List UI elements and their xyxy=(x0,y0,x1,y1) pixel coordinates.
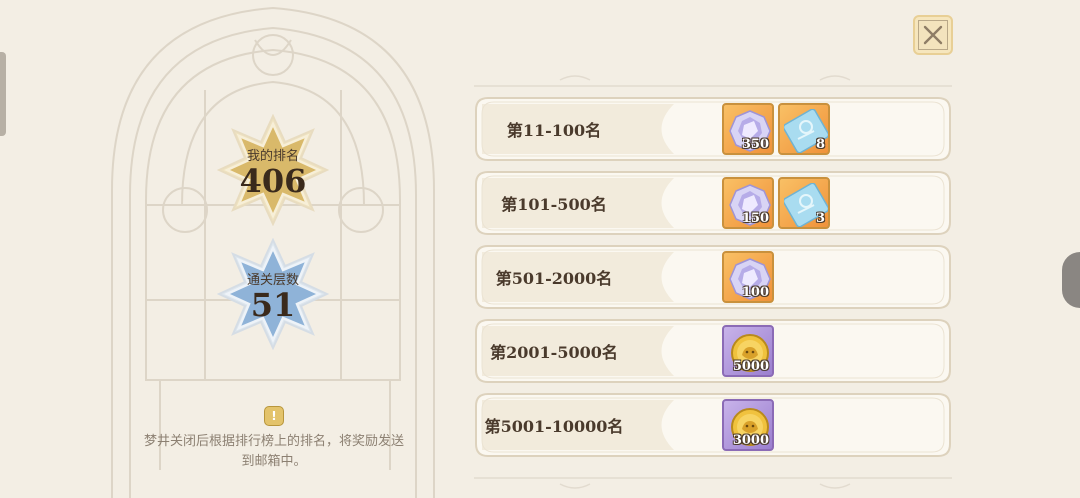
reward-tier-row: 第101-500名 150 3 xyxy=(474,170,952,236)
my-rank-value: 406 xyxy=(239,161,307,200)
rank-range-label: 第101-500名 xyxy=(501,195,607,214)
my-rank-badge: 我的排名 406 xyxy=(217,114,329,226)
reward-count: 3000 xyxy=(732,433,769,448)
rank-range-label: 第5001-10000名 xyxy=(484,417,624,436)
close-button[interactable] xyxy=(913,15,953,55)
exclamation-icon: ! xyxy=(264,406,284,426)
reward-item[interactable]: 3000 xyxy=(722,399,774,451)
reward-item[interactable]: 350 xyxy=(722,103,774,155)
reward-items: 100 xyxy=(722,251,774,303)
reward-tier-row: 第5001-10000名 3000 xyxy=(474,392,952,458)
reward-item[interactable]: 100 xyxy=(722,251,774,303)
reward-item[interactable]: 8 xyxy=(778,103,830,155)
reward-items: 350 8 xyxy=(722,103,830,155)
reward-item[interactable]: 3 xyxy=(778,177,830,229)
floors-cleared-badge: 通关层数 51 xyxy=(217,238,329,350)
reward-count: 100 xyxy=(741,285,769,300)
reward-notice-text: 梦井关闭后根据排行榜上的排名，将奖励发送到邮箱中。 xyxy=(143,434,404,469)
reward-count: 3 xyxy=(815,211,825,226)
floors-cleared-label: 通关层数 xyxy=(246,272,299,288)
rank-range-label: 第11-100名 xyxy=(506,121,602,140)
reward-tier-row: 第11-100名 350 8 xyxy=(474,96,952,162)
right-edge-tab[interactable] xyxy=(1062,252,1080,308)
reward-items: 3000 xyxy=(722,399,774,451)
reward-count: 150 xyxy=(741,211,769,226)
reward-items: 150 3 xyxy=(722,177,830,229)
rank-range-label: 第501-2000名 xyxy=(495,269,613,288)
reward-count: 350 xyxy=(741,137,769,152)
close-x-icon xyxy=(923,25,943,45)
my-rank-label: 我的排名 xyxy=(246,148,299,164)
reward-tier-row: 第501-2000名 100 xyxy=(474,244,952,310)
reward-count: 5000 xyxy=(732,359,769,374)
reward-item[interactable]: 5000 xyxy=(722,325,774,377)
reward-tier-row: 第2001-5000名 5000 xyxy=(474,318,952,384)
reward-items: 5000 xyxy=(722,325,774,377)
reward-count: 8 xyxy=(815,137,825,152)
left-edge-tab[interactable] xyxy=(0,52,6,136)
reward-item[interactable]: 150 xyxy=(722,177,774,229)
rank-range-label: 第2001-5000名 xyxy=(490,343,618,362)
floors-cleared-value: 51 xyxy=(250,285,296,324)
